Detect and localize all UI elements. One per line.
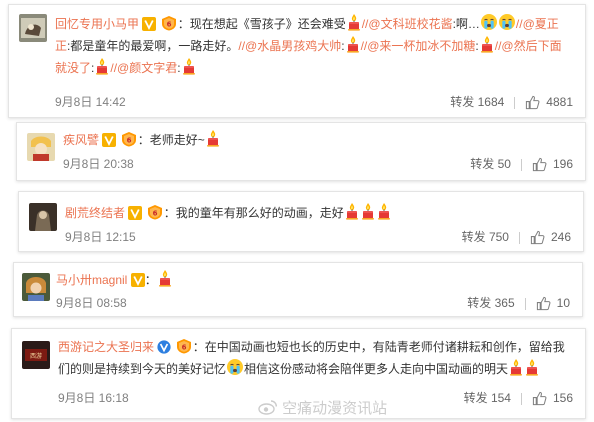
like-count[interactable]: 156 — [553, 391, 573, 405]
thumbs-up-icon[interactable] — [525, 95, 540, 110]
comment-card: 马小卅magnil ： 9月8日 08:58 转发 365 10 — [13, 262, 583, 317]
like-count[interactable]: 4881 — [546, 95, 573, 109]
comment-actions: 转发 365 10 — [467, 294, 570, 311]
svg-text:西游: 西游 — [30, 352, 42, 360]
comment-actions: 转发 750 246 — [462, 228, 571, 245]
comment-timestamp[interactable]: 9月8日 16:18 — [58, 389, 129, 406]
comment-body: 剧荒终结者 ：我的童年有那么好的动画，走好 — [65, 202, 571, 224]
comment-actions: 转发 50 196 — [470, 155, 573, 172]
username-link[interactable]: 疾风譬 — [63, 133, 99, 147]
like-count[interactable]: 10 — [557, 296, 570, 310]
candle-icon — [524, 358, 540, 376]
v-badge-icon — [131, 273, 145, 287]
repost-button[interactable]: 转发 154 — [464, 391, 511, 405]
comment-text: ：现在想起《雪孩子》还会难受 — [177, 17, 346, 31]
like-count[interactable]: 246 — [551, 230, 571, 244]
divider — [520, 158, 522, 171]
candle-icon — [345, 35, 361, 53]
comment-body: 回忆专用小马甲 ：现在想起《雪孩子》还会难受//@文科班校花酱:啊…//@夏正正… — [55, 13, 573, 79]
thumbs-up-icon[interactable] — [530, 230, 545, 245]
v-badge-icon — [128, 206, 142, 220]
avatar[interactable] — [19, 14, 47, 42]
thumbs-up-icon[interactable] — [532, 391, 547, 406]
comment-timestamp[interactable]: 9月8日 08:58 — [56, 294, 127, 311]
avatar[interactable]: 西游 — [22, 341, 50, 369]
mention-link[interactable]: //@文科班校花酱 — [362, 17, 453, 31]
comment-text: 相信这份感动将会陪伴更多人走向中国动画的明天 — [244, 362, 509, 376]
divider — [524, 297, 526, 310]
username-link[interactable]: 回忆专用小马甲 — [55, 17, 139, 31]
candle-icon — [181, 57, 197, 75]
crying-face-icon — [480, 13, 498, 31]
crying-face-icon — [498, 13, 516, 31]
repost-button[interactable]: 转发 1684 — [450, 95, 504, 109]
candle-icon — [479, 35, 495, 53]
watermark-text: 空痛动漫资讯站 — [282, 400, 388, 417]
crying-face-icon — [226, 358, 244, 376]
username-link[interactable]: 马小卅magnil — [56, 273, 127, 287]
v-badge-icon — [102, 133, 116, 147]
comment-actions: 转发 1684 4881 — [450, 93, 573, 110]
candle-icon — [344, 202, 360, 220]
username-link[interactable]: 西游记之大圣归来 — [58, 340, 154, 354]
avatar[interactable] — [29, 203, 57, 231]
comment-body: 疾风譬 ：老师走好~ — [63, 129, 573, 151]
like-count[interactable]: 196 — [553, 157, 573, 171]
comment-card: 剧荒终结者 ：我的童年有那么好的动画，走好 9月8日 12:15 转发 750 2… — [18, 191, 584, 252]
comment-body: 马小卅magnil ： — [56, 269, 570, 291]
candle-icon — [346, 13, 362, 31]
username-link[interactable]: 剧荒终结者 — [65, 206, 125, 220]
mention-link[interactable]: //@来一杯加冰不加糖 — [361, 39, 476, 53]
level-badge-icon — [175, 338, 193, 354]
comment-actions: 转发 154 156 — [464, 389, 573, 406]
comment-timestamp[interactable]: 9月8日 12:15 — [65, 228, 136, 245]
divider — [518, 231, 520, 244]
comment-text: ：老师走好~ — [137, 133, 205, 147]
mention-link[interactable]: //@颜文字君 — [110, 61, 177, 75]
comment-card: 回忆专用小马甲 ：现在想起《雪孩子》还会难受//@文科班校花酱:啊…//@夏正正… — [8, 4, 586, 118]
v-badge-icon — [157, 340, 171, 354]
comment-text: ： — [144, 273, 157, 287]
comment-text: :都是童年的最爱啊，一路走好。 — [67, 39, 239, 53]
divider — [514, 96, 516, 109]
comment-card: 疾风譬 ：老师走好~ 9月8日 20:38 转发 50 196 — [16, 122, 586, 181]
level-badge-icon — [160, 15, 178, 31]
weibo-logo-icon — [258, 399, 278, 415]
divider — [520, 392, 522, 405]
thumbs-up-icon[interactable] — [536, 296, 551, 311]
candle-icon — [94, 57, 110, 75]
candle-icon — [157, 269, 173, 287]
avatar[interactable] — [27, 133, 55, 161]
comment-text: :啊… — [452, 17, 480, 31]
comment-timestamp[interactable]: 9月8日 20:38 — [63, 155, 134, 172]
comment-timestamp[interactable]: 9月8日 14:42 — [55, 93, 126, 110]
level-badge-icon — [146, 204, 164, 220]
candle-icon — [376, 202, 392, 220]
thumbs-up-icon[interactable] — [532, 157, 547, 172]
mention-link[interactable]: //@水晶男孩鸡大帅 — [238, 39, 341, 53]
watermark: 空痛动漫资讯站 — [258, 397, 387, 418]
candle-icon — [508, 358, 524, 376]
repost-button[interactable]: 转发 50 — [470, 157, 511, 171]
avatar[interactable] — [22, 273, 50, 301]
repost-button[interactable]: 转发 750 — [462, 230, 509, 244]
comment-body: 西游记之大圣归来 ：在中国动画也短也长的历史中，有陆青老师付诸耕耘和创作，留给我… — [58, 337, 573, 380]
comment-text: ：我的童年有那么好的动画，走好 — [163, 206, 344, 220]
candle-icon — [205, 129, 221, 147]
candle-icon — [360, 202, 376, 220]
level-badge-icon — [120, 131, 138, 147]
v-badge-icon — [142, 17, 156, 31]
repost-button[interactable]: 转发 365 — [467, 296, 514, 310]
